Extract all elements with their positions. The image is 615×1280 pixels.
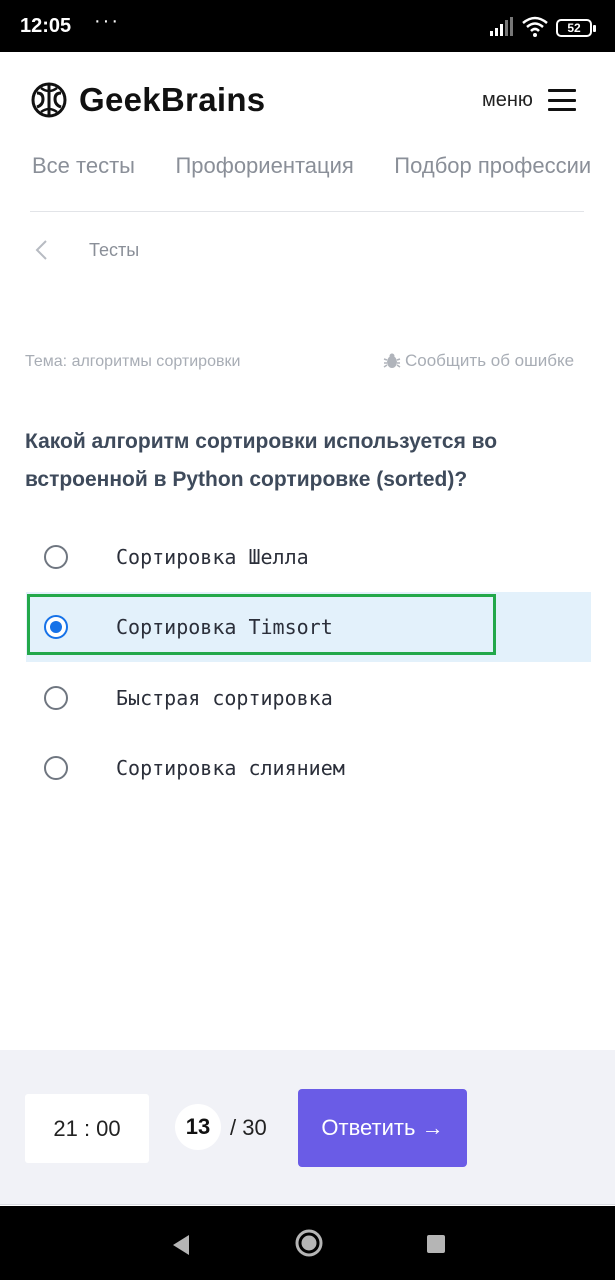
option-label: Сортировка слиянием — [116, 756, 345, 780]
chevron-left-icon[interactable] — [34, 239, 50, 261]
radio-button[interactable] — [44, 686, 68, 710]
brain-logo-icon — [31, 82, 67, 118]
tab-profession-selection[interactable]: Подбор профессии — [394, 150, 591, 182]
hamburger-icon — [547, 89, 576, 111]
battery-level: 52 — [567, 21, 581, 35]
nav-back-icon[interactable] — [171, 1234, 191, 1256]
answer-button[interactable]: Ответить → — [298, 1089, 467, 1167]
signal-icon — [490, 17, 513, 36]
option-label: Сортировка Шелла — [116, 545, 309, 569]
quiz-footer: 21 : 00 13 / 30 Ответить → — [0, 1050, 615, 1205]
countdown-timer: 21 : 00 — [25, 1094, 149, 1163]
current-question-number: 13 — [175, 1104, 221, 1150]
question-text: Какой алгоритм сортировки используется в… — [25, 430, 498, 491]
radio-button[interactable] — [44, 545, 68, 569]
menu-label: меню — [482, 88, 533, 111]
question-topic: Тема: алгоритмы сортировки — [25, 353, 241, 370]
menu-button[interactable]: меню — [482, 84, 576, 116]
total-questions: / 30 — [230, 1115, 267, 1140]
battery-icon: 52 — [556, 19, 596, 37]
bug-icon — [383, 353, 401, 368]
notification-dots: ··· — [94, 10, 120, 32]
status-bar: 12:05 ··· 52 — [0, 0, 615, 52]
nav-home-icon[interactable] — [294, 1228, 324, 1258]
status-time: 12:05 — [20, 15, 72, 37]
tab-all-tests[interactable]: Все тесты — [32, 150, 135, 182]
selection-highlight-box — [27, 594, 496, 655]
report-error-label: Сообщить об ошибке — [405, 351, 575, 370]
breadcrumb[interactable]: Тесты — [89, 240, 139, 261]
wifi-icon — [522, 16, 548, 37]
answer-option-quick[interactable]: Быстрая сортировка — [26, 663, 591, 733]
system-nav-bar — [0, 1206, 615, 1280]
nav-recent-apps-icon[interactable] — [427, 1235, 445, 1253]
tabs-divider — [30, 211, 584, 212]
answer-option-merge[interactable]: Сортировка слиянием — [26, 733, 591, 803]
tests-tabs: Все тесты Профориентация Подбор професси… — [32, 150, 615, 182]
brand-name: GeekBrains — [79, 81, 266, 118]
report-error-link[interactable]: Сообщить об ошибке — [383, 351, 574, 371]
answer-option-shell[interactable]: Сортировка Шелла — [26, 522, 591, 592]
option-label: Быстрая сортировка — [116, 686, 333, 710]
radio-button[interactable] — [44, 756, 68, 780]
tab-career-guidance[interactable]: Профориентация — [175, 150, 353, 182]
brand-logo[interactable]: GeekBrains — [30, 80, 265, 120]
